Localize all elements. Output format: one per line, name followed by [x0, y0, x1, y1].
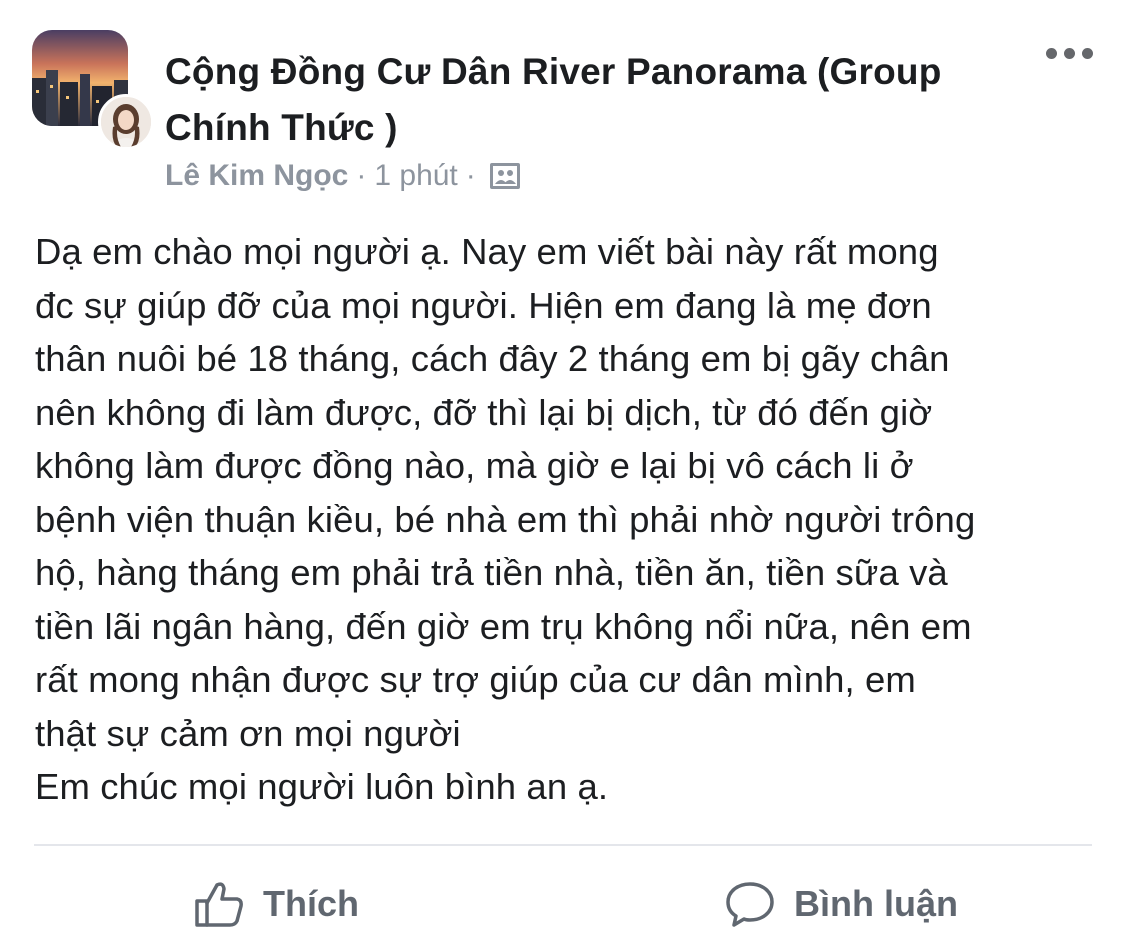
author-name-link[interactable]: Lê Kim Ngọc	[165, 159, 348, 193]
comment-label: Bình luận	[794, 883, 958, 924]
post-body-line: tiền lãi ngân hàng, đến giờ em trụ không…	[35, 605, 972, 647]
facebook-post: Cộng Đồng Cư Dân River Panorama (Group C…	[0, 0, 1125, 948]
meta-separator: ·	[465, 159, 476, 192]
post-body-line: nên không đi làm được, đỡ thì lại bị dịc…	[35, 391, 933, 433]
action-divider	[34, 844, 1092, 846]
post-body-line: không làm được đồng nào, mà giờ e lại bị…	[35, 445, 914, 486]
meta-separator: ·	[356, 159, 367, 192]
like-label: Thích	[263, 883, 359, 924]
post-avatars	[32, 30, 154, 150]
post-time[interactable]: 1 phút	[374, 159, 457, 193]
members-icon	[488, 161, 522, 191]
thumbs-up-icon	[195, 882, 243, 927]
post-body-line: bệnh viện thuận kiều, bé nhà em thì phải…	[35, 498, 976, 540]
post-body-line: rất mong nhận được sự trợ giúp của cư dâ…	[35, 659, 916, 700]
post-body-line: hộ, hàng tháng em phải trả tiền nhà, tiề…	[35, 552, 948, 593]
like-button[interactable]: Thích	[193, 876, 359, 932]
post-body-line: Dạ em chào mọi người ạ. Nay em viết bài …	[35, 231, 939, 272]
more-icon[interactable]	[1046, 48, 1093, 59]
post-body-line: thật sự cảm ơn mọi người	[35, 712, 461, 754]
author-avatar[interactable]	[98, 94, 154, 150]
group-name-link[interactable]: Cộng Đồng Cư Dân River Panorama (Group C…	[165, 44, 1025, 156]
post-meta: Lê Kim Ngọc · 1 phút ·	[165, 156, 522, 196]
post-body-line: Em chúc mọi người luôn bình an ạ.	[35, 766, 609, 807]
comment-button[interactable]: Bình luận	[724, 876, 958, 932]
post-body: Dạ em chào mọi người ạ. Nay em viết bài …	[35, 225, 1115, 814]
post-body-line: đc sự giúp đỡ của mọi người. Hiện em đan…	[35, 284, 932, 326]
comment-icon	[726, 882, 774, 927]
post-body-line: thân nuôi bé 18 tháng, cách đây 2 tháng …	[35, 338, 950, 379]
